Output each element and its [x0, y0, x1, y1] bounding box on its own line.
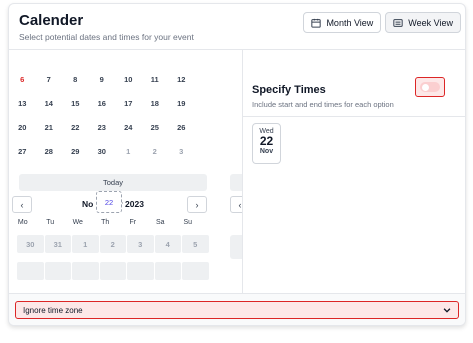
calendar-day[interactable]: 20: [9, 118, 36, 136]
calendar-day[interactable]: 16: [89, 94, 116, 112]
week-view-label: Week View: [408, 17, 453, 28]
month-view-label: Month View: [326, 17, 374, 28]
specify-times-title: Specify Times: [252, 84, 326, 96]
divider: [242, 50, 243, 293]
calendar-day[interactable]: 11: [142, 70, 169, 88]
weekday-label: Sa: [155, 219, 165, 226]
month-label-end: r 2023: [119, 199, 144, 209]
calendar-day[interactable]: [182, 262, 209, 280]
week-row: 13 14 15 16 17 18 19: [9, 94, 195, 112]
specify-times-description: Include start and end times for each opt…: [252, 100, 394, 109]
calendar-day[interactable]: 12: [168, 70, 195, 88]
adjacent-calendar-week: [230, 235, 242, 259]
specify-times-toggle[interactable]: [415, 77, 445, 97]
timezone-select-label: Ignore time zone: [23, 305, 83, 315]
calendar-card: Calender Select potential dates and time…: [8, 3, 466, 326]
calendar-day[interactable]: 10: [115, 70, 142, 88]
calendar-pane: 6 7 8 9 10 11 12 13 14 15 16 17 18 19 20…: [9, 50, 242, 293]
calendar-day[interactable]: 24: [115, 118, 142, 136]
calendar-day[interactable]: 1: [115, 142, 142, 160]
calendar-day[interactable]: 26: [168, 118, 195, 136]
month-label-start: No: [82, 199, 94, 209]
calendar-day[interactable]: 22: [62, 118, 89, 136]
calendar-day[interactable]: 3: [168, 142, 195, 160]
week-row: 6 7 8 9 10 11 12: [9, 70, 195, 88]
calendar-day[interactable]: 9: [89, 70, 116, 88]
calendar-day[interactable]: 19: [168, 94, 195, 112]
calendar-day[interactable]: 2: [99, 235, 126, 253]
week-view-button[interactable]: Week View: [385, 12, 461, 33]
page-title: Calender: [19, 12, 84, 29]
calendar-day[interactable]: [154, 262, 181, 280]
calendar-day[interactable]: 30: [89, 142, 116, 160]
toggle-switch[interactable]: [420, 82, 440, 92]
weekday-header: Mo Tu We Th Fr Sa Su: [9, 219, 202, 226]
calendar-day[interactable]: [127, 262, 154, 280]
calendar-day[interactable]: 30: [17, 235, 44, 253]
month-navigation: ‹ No r 2023 › ‹: [9, 196, 242, 214]
selected-date-chip[interactable]: Wed 22 Nov: [252, 123, 281, 164]
calendar-day[interactable]: 13: [9, 94, 36, 112]
calendar-day[interactable]: 18: [142, 94, 169, 112]
weekday-label: Mo: [17, 219, 28, 226]
weekday-label: Fr: [129, 219, 137, 226]
calendar-day[interactable]: 17: [115, 94, 142, 112]
page-subtitle: Select potential dates and times for you…: [19, 32, 194, 42]
calendar-day[interactable]: 21: [36, 118, 63, 136]
next-month-button[interactable]: ›: [187, 196, 207, 213]
calendar-day[interactable]: 28: [36, 142, 63, 160]
weekday-label: Su: [183, 219, 193, 226]
dragged-date[interactable]: 22: [96, 191, 122, 213]
calendar-day[interactable]: 14: [36, 94, 63, 112]
view-toggle-group: Month View Week View: [303, 12, 461, 33]
calendar-day[interactable]: 23: [89, 118, 116, 136]
calendar-day[interactable]: 7: [36, 70, 63, 88]
calendar-day[interactable]: [72, 262, 99, 280]
calendar-day[interactable]: 15: [62, 94, 89, 112]
calendar-day[interactable]: 4: [154, 235, 181, 253]
today-button[interactable]: Today: [19, 174, 207, 191]
month-view-button[interactable]: Month View: [303, 12, 382, 33]
week-row: 30 31 1 2 3 4 5: [17, 235, 209, 253]
selected-date-day: 22: [259, 134, 274, 148]
calendar-day[interactable]: [17, 262, 44, 280]
calendar-day[interactable]: 31: [44, 235, 71, 253]
weekday-label: Th: [101, 219, 110, 226]
list-icon: [393, 18, 403, 27]
week-row: 27 28 29 30 1 2 3: [9, 142, 195, 160]
calendar-day[interactable]: 5: [182, 235, 209, 253]
calendar-day[interactable]: 8: [62, 70, 89, 88]
calendar-day[interactable]: [99, 262, 126, 280]
week-row: 20 21 22 23 24 25 26: [9, 118, 195, 136]
weekday-label: Tu: [46, 219, 55, 226]
calendar-day[interactable]: 3: [127, 235, 154, 253]
adjacent-calendar-today: [230, 174, 242, 191]
divider: [243, 116, 465, 117]
timezone-select[interactable]: Ignore time zone: [15, 301, 459, 319]
week-row-partial: [17, 262, 209, 280]
calendar-day[interactable]: 25: [142, 118, 169, 136]
calendar-day[interactable]: 29: [62, 142, 89, 160]
calendar-day[interactable]: 2: [142, 142, 169, 160]
calendar-day[interactable]: [44, 262, 71, 280]
weekday-label: We: [72, 219, 83, 226]
chevron-down-icon: [443, 308, 451, 313]
adjacent-prev-month-button[interactable]: ‹: [230, 196, 242, 213]
calendar-icon: [311, 18, 322, 28]
footer: Ignore time zone: [9, 294, 465, 325]
prev-month-button[interactable]: ‹: [12, 196, 32, 213]
selected-date-month: Nov: [259, 148, 274, 155]
calendar-day[interactable]: 1: [72, 235, 99, 253]
calendar-day[interactable]: 27: [9, 142, 36, 160]
calendar-day[interactable]: 6: [9, 70, 36, 88]
